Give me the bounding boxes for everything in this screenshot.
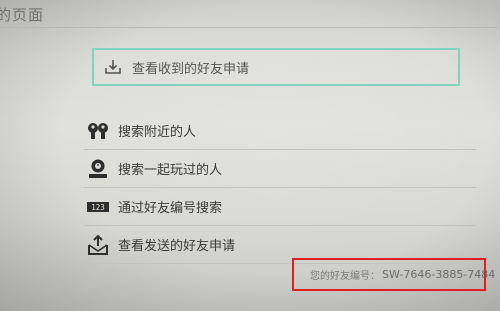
played-with-icon — [86, 158, 110, 180]
friend-search-menu: 搜索附近的人 搜索一起玩过的人 123 通过好友编号搜索 查看发送的好友申请 — [84, 112, 476, 264]
view-received-requests-button[interactable]: 查看收到的好友申请 — [92, 48, 460, 86]
friend-code-label: 您的好友编号： — [310, 271, 380, 282]
upload-tray-icon — [86, 234, 110, 256]
people-nearby-icon — [86, 120, 110, 142]
menu-item-search-by-code[interactable]: 123 通过好友编号搜索 — [84, 188, 476, 226]
svg-text:123: 123 — [91, 203, 105, 212]
page-title: 的页面 — [0, 6, 45, 24]
menu-item-label: 查看发送的好友申请 — [118, 239, 236, 254]
menu-item-search-played-with[interactable]: 搜索一起玩过的人 — [84, 150, 476, 188]
friend-code-value: SW-7646-3885-7484 — [382, 268, 496, 281]
menu-item-label: 搜索附近的人 — [118, 125, 197, 140]
menu-item-search-nearby[interactable]: 搜索附近的人 — [84, 112, 476, 150]
menu-item-label: 搜索一起玩过的人 — [118, 163, 223, 178]
number-123-icon: 123 — [86, 196, 110, 218]
title-divider — [0, 27, 500, 28]
menu-item-label: 通过好友编号搜索 — [118, 201, 223, 216]
friend-code-display: 您的好友编号： SW-7646-3885-7484 — [292, 258, 495, 291]
view-received-requests-label: 查看收到的好友申请 — [132, 61, 250, 77]
screen: 的页面 查看收到的好友申请 搜索附近的人 搜索一起玩过的人 123 通过好友编号… — [0, 0, 500, 311]
download-tray-icon — [104, 58, 122, 76]
